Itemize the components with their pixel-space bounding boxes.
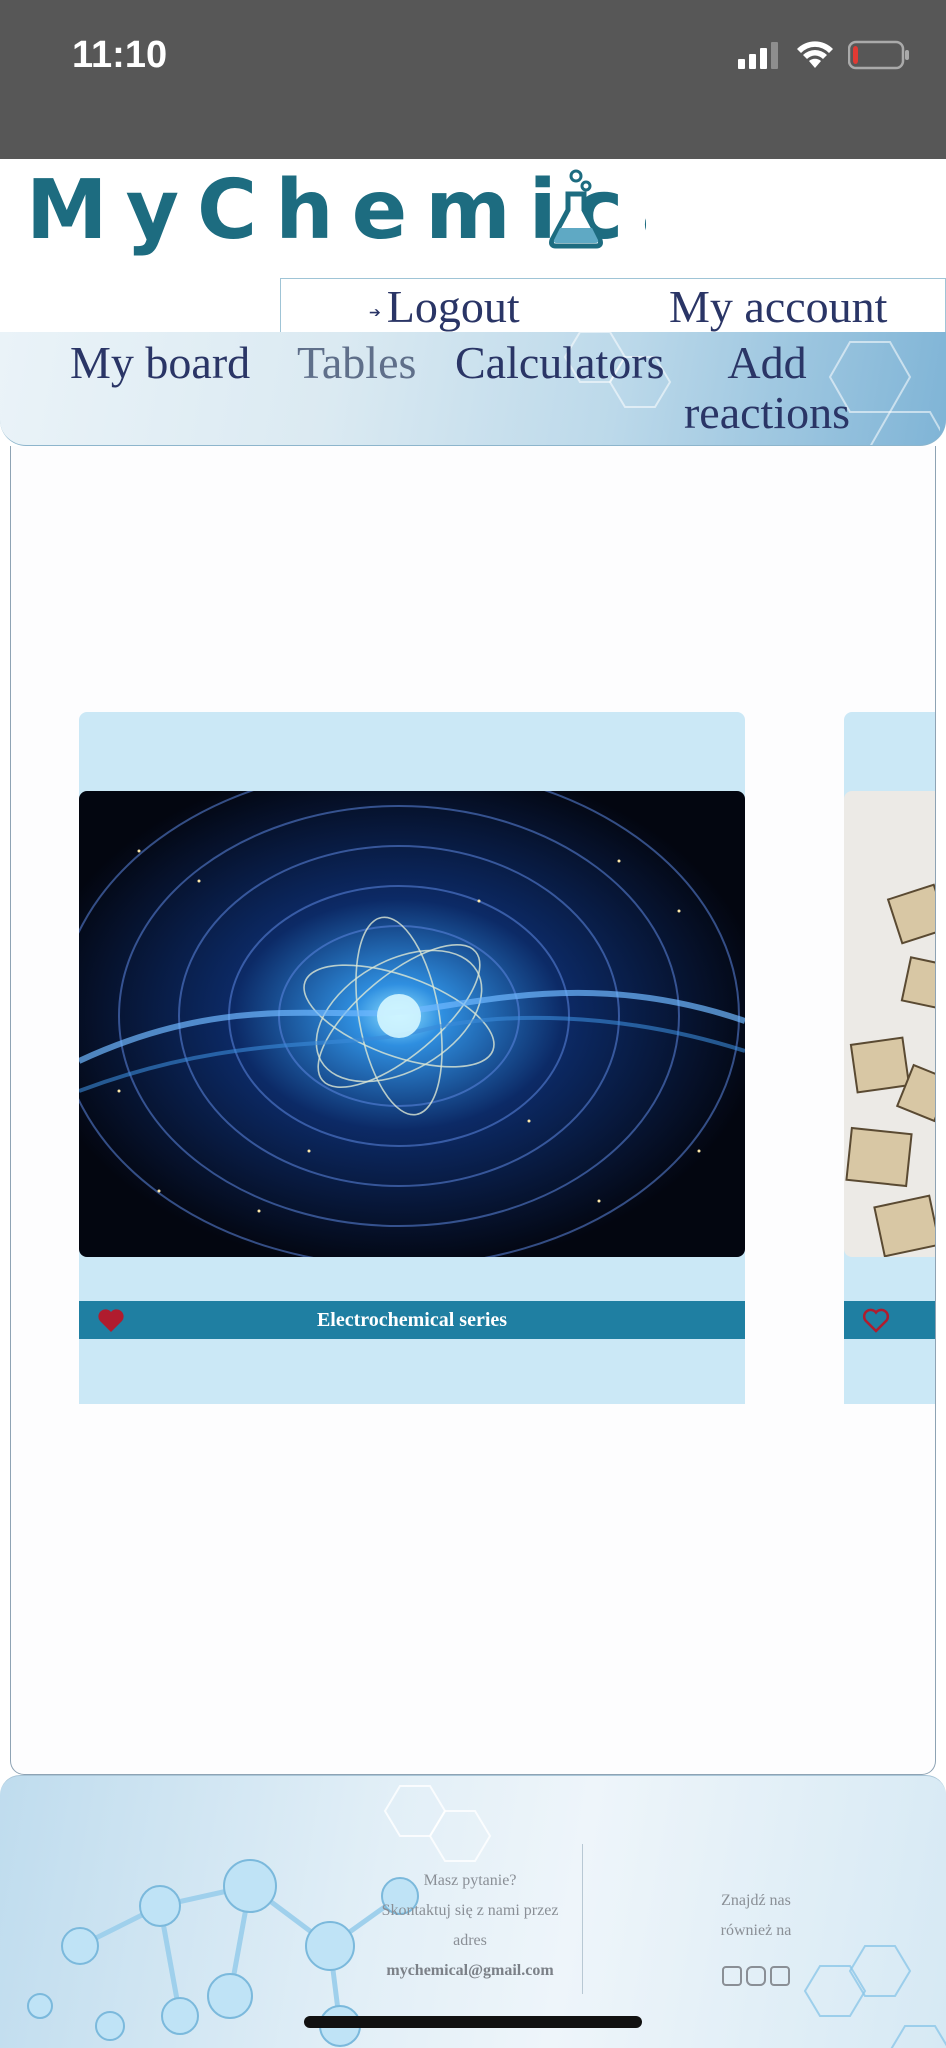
nav-my-board[interactable]: My board (70, 338, 250, 388)
table-card[interactable]: Electrochemical series (79, 712, 745, 1404)
facebook-icon[interactable] (722, 1966, 742, 1986)
nav-tables[interactable]: Tables (297, 338, 416, 388)
mychemical-logo[interactable]: MyChemical (26, 168, 646, 268)
question-text: Masz pytanie? (423, 1872, 517, 1889)
nav-calculators[interactable]: Calculators (455, 338, 665, 388)
main-nav: My board Tables Calculators Add reaction… (0, 332, 946, 446)
card-title: Electrochemical series (316, 1308, 508, 1331)
my-account-link[interactable]: My account (669, 279, 887, 334)
contact-text-2: adres (453, 1932, 487, 1949)
heart-outline-icon[interactable] (862, 1307, 890, 1333)
card-image (79, 791, 745, 1257)
footer: Masz pytanie? Skontaktuj się z nami prze… (0, 1775, 946, 2048)
card-image (844, 791, 935, 1257)
card-title-bar: Electrochemical series (79, 1301, 745, 1339)
signal-icon (738, 42, 778, 69)
logout-link[interactable]: ➔ Logout (369, 279, 520, 334)
find-us-text: Znajdź nas (721, 1892, 791, 1909)
contact-block: Masz pytanie? Skontaktuj się z nami prze… (360, 1866, 580, 1986)
contact-text: Skontaktuj się z nami przez (381, 1902, 559, 1919)
content-panel: Electrochemical series (10, 446, 936, 1775)
status-bar: 11:10 (0, 0, 946, 159)
card-title-bar (844, 1301, 935, 1339)
logout-icon: ➔ (369, 306, 381, 321)
social-block: Znajdź nas również na (690, 1886, 822, 1946)
social-icons (722, 1966, 790, 1986)
battery-icon (848, 40, 909, 70)
status-time: 11:10 (72, 34, 168, 76)
table-card[interactable] (844, 712, 935, 1404)
nav-add-reactions[interactable]: Add reactions (682, 338, 852, 438)
snapchat-icon[interactable] (770, 1966, 790, 1986)
home-indicator[interactable] (304, 2016, 642, 2028)
footer-divider (582, 1844, 583, 1994)
contact-email-link[interactable]: mychemical@gmail.com (360, 1956, 580, 1986)
instagram-icon[interactable] (746, 1966, 766, 1986)
account-bar: ➔ Logout My account (280, 278, 946, 333)
wifi-icon (797, 41, 833, 68)
logout-label: Logout (386, 281, 520, 332)
find-us-text-2: również na (720, 1922, 792, 1939)
status-icons (738, 40, 910, 70)
